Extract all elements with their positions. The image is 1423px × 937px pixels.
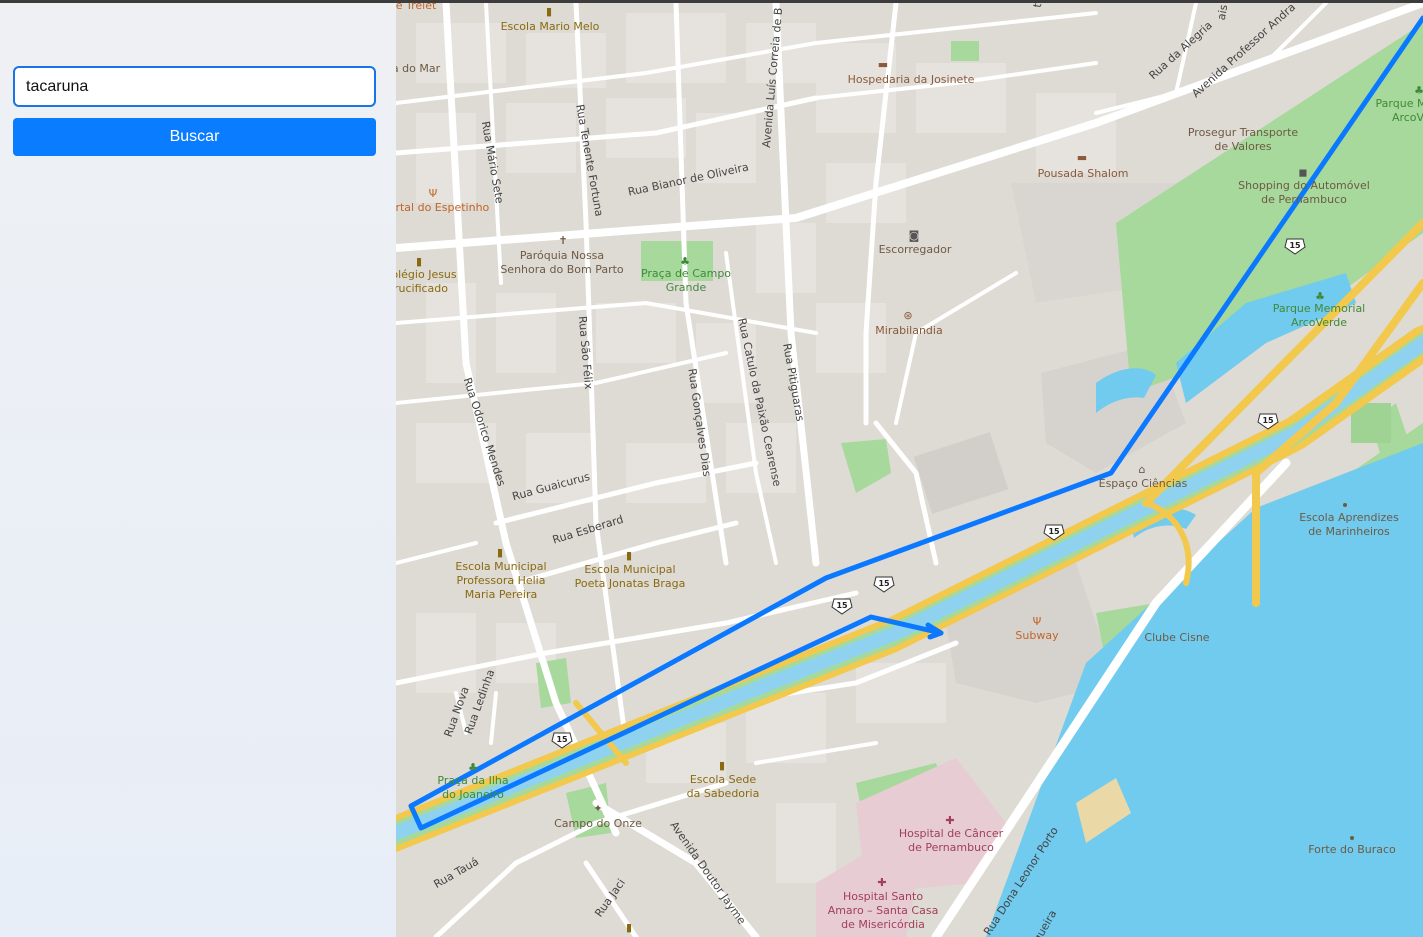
street-label: ais: [1215, 3, 1231, 21]
svg-text:15: 15: [878, 579, 890, 588]
poi-label: Escola Municipal: [455, 560, 546, 573]
poi-label: do Joaneiro: [442, 788, 504, 801]
poi-label: da Sabedoria: [687, 787, 760, 800]
poi-label: Escola Sede: [690, 773, 756, 786]
poi-label: de Pernambuco: [1261, 193, 1347, 206]
svg-text:15: 15: [1262, 416, 1274, 425]
poi-label: Shopping do Automóvel: [1238, 179, 1370, 192]
poi-label: Subway: [1015, 629, 1059, 642]
svg-text:15: 15: [556, 735, 568, 744]
map-canvas[interactable]: 15 15 15 15 15 15 ▮ ▬ ▬ ◼ ◙ ⊛ ♣ ♣ ✝ ♣ Ψ …: [396, 3, 1423, 937]
poi-label: Escola Mario Melo: [501, 20, 600, 33]
poi-label: Amaro – Santa Casa: [828, 904, 939, 917]
poi-label: de Misericórdia: [841, 918, 925, 931]
poi-label: Parque Memorial: [1273, 302, 1366, 315]
tree-icon: ♣: [468, 761, 478, 774]
poi-label: Professora Helia: [457, 574, 546, 587]
poi-label: Escola Municipal: [584, 563, 675, 576]
museum-icon: ⌂: [1139, 463, 1146, 476]
hospital-icon: ✚: [877, 876, 886, 889]
poi-label: rucificado: [396, 282, 448, 295]
poi-label: Prosegur Transporte: [1188, 126, 1299, 139]
poi-label: Grande: [666, 281, 707, 294]
camera-icon: ◙: [909, 229, 920, 242]
search-input[interactable]: [13, 66, 376, 107]
poi-label: olégio Jesus: [396, 268, 457, 281]
fork-knife-icon: Ψ: [429, 187, 438, 200]
poi-label: ArcoVerde: [1291, 316, 1347, 329]
bed-icon: ▬: [1077, 151, 1087, 164]
school-icon: ▮: [416, 255, 422, 268]
poi-label: Hospital de Câncer: [899, 827, 1004, 840]
poi-label: Campo do Onze: [554, 817, 642, 830]
poi-label: Pousada Shalom: [1038, 167, 1129, 180]
poi-label: de Pernambuco: [908, 841, 994, 854]
school-icon: ▮: [546, 5, 552, 18]
school-icon: ▮: [719, 759, 725, 772]
church-icon: ✝: [558, 234, 567, 247]
school-icon: ▮: [626, 549, 632, 562]
svg-text:15: 15: [836, 601, 848, 610]
poi-label: Escola Aprendizes: [1299, 511, 1399, 524]
poi-label: a do Mar: [396, 62, 441, 75]
school-icon: ▮: [626, 921, 632, 934]
poi-label: Hospital Santo: [843, 890, 923, 903]
poi-label: Forte do Buraco: [1308, 843, 1396, 856]
poi-label: Senhora do Bom Parto: [500, 263, 624, 276]
hospital-icon: ✚: [945, 814, 954, 827]
fork-knife-icon: Ψ: [1033, 615, 1042, 628]
poi-label: Mirabilandia: [875, 324, 942, 337]
poi-label: Espaço Ciências: [1099, 477, 1188, 490]
poi-label: Hospedaria da Josinete: [848, 73, 975, 86]
poi-label: Praça de Campo: [641, 267, 731, 280]
poi-label: Escorregador: [879, 243, 952, 256]
poi-label: de Marinheiros: [1308, 525, 1390, 538]
car-icon: ◼: [1298, 166, 1307, 179]
poi-label: de Valores: [1214, 140, 1271, 153]
tree-icon: ♣: [1414, 84, 1423, 97]
search-button[interactable]: Buscar: [13, 118, 376, 156]
poi-label: Poeta Jonatas Braga: [575, 577, 686, 590]
poi-label: Maria Pereira: [465, 588, 537, 601]
map-view[interactable]: 15 15 15 15 15 15 ▮ ▬ ▬ ◼ ◙ ⊛ ♣ ♣ ✝ ♣ Ψ …: [396, 3, 1423, 937]
poi-label: Clube Cisne: [1144, 631, 1209, 644]
svg-text:15: 15: [1289, 241, 1301, 250]
poi-label: e Trelet: [396, 3, 437, 12]
svg-text:15: 15: [1048, 527, 1060, 536]
poi-label: Parque M: [1376, 97, 1423, 110]
poi-label: Paróquia Nossa: [520, 249, 604, 262]
ferris-wheel-icon: ⊛: [903, 309, 912, 322]
bed-icon: ▬: [878, 58, 888, 71]
sports-icon: ✦: [593, 802, 602, 815]
sidebar: Buscar: [0, 3, 396, 937]
poi-label: Praça da Ilha: [437, 774, 508, 787]
poi-label: ArcoV: [1392, 111, 1423, 124]
poi-label: ortal do Espetinho: [396, 201, 490, 214]
school-icon: ▮: [497, 546, 503, 559]
